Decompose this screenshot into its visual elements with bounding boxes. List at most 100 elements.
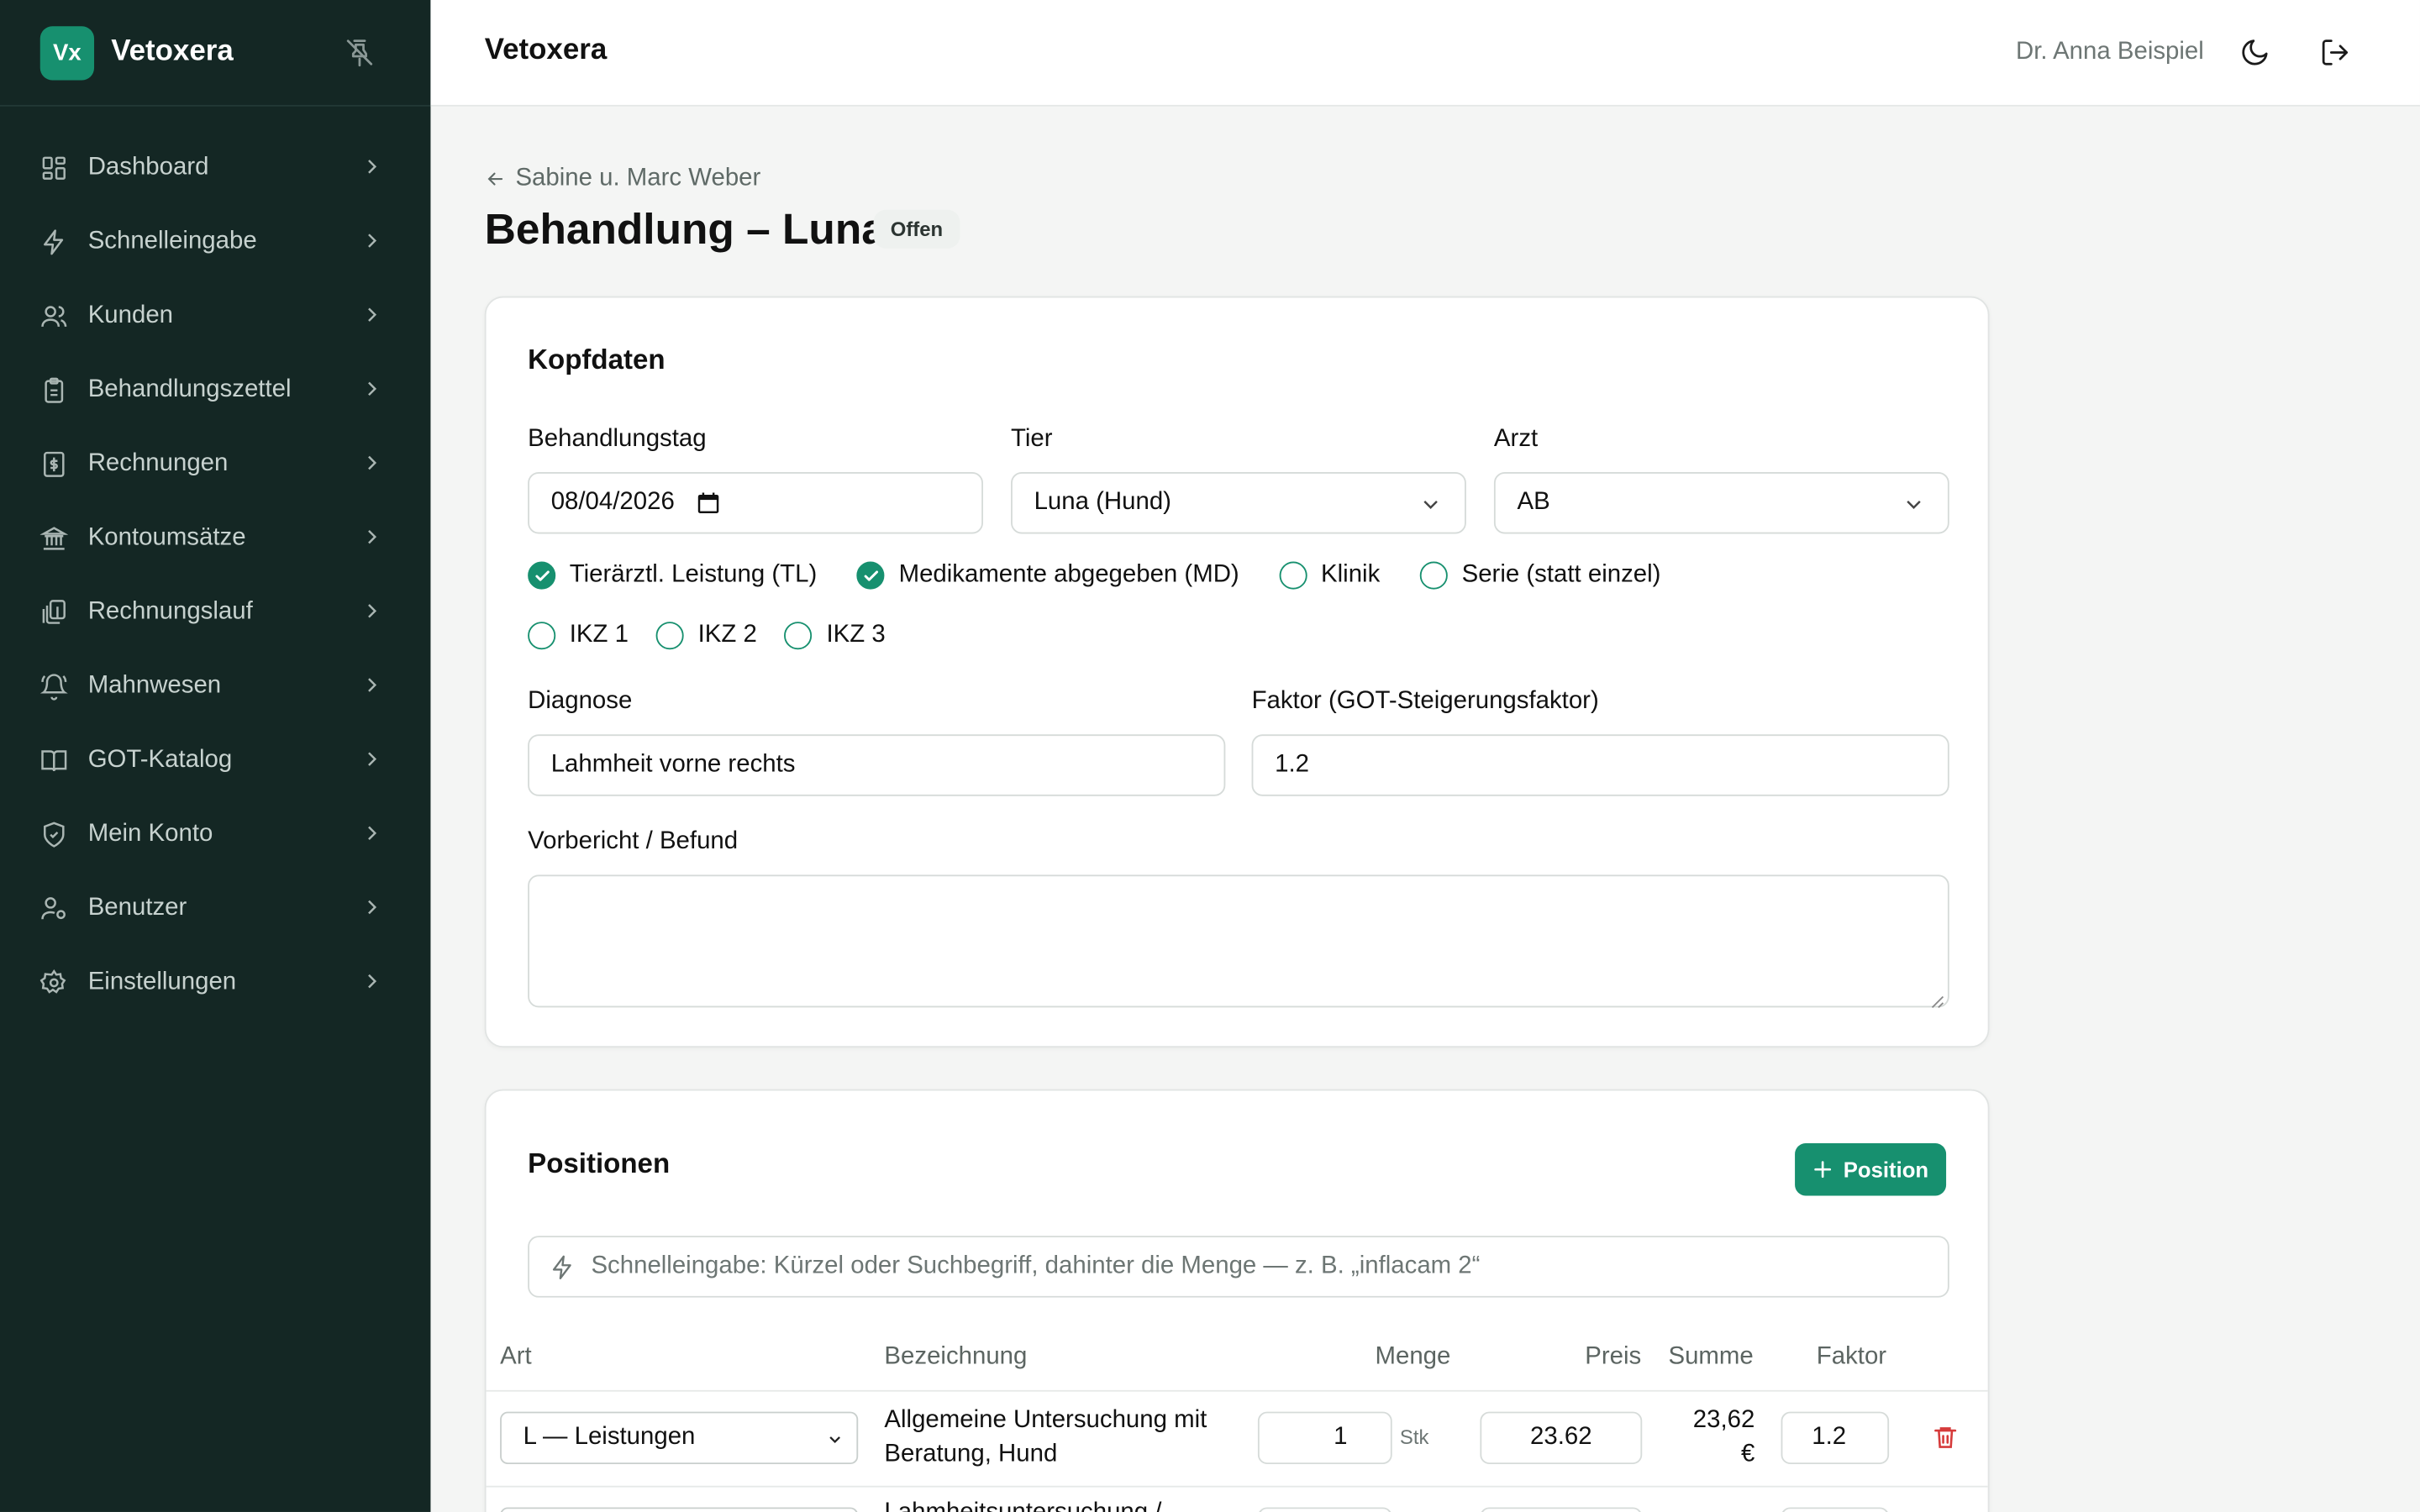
checkbox-label: Medikamente abgegeben (MD) [898, 561, 1239, 588]
dashboard-icon [40, 155, 68, 182]
column-header-preis: Preis [1585, 1343, 1642, 1370]
sidebar-item-label: Mein Konto [87, 821, 213, 848]
book-icon [40, 747, 68, 774]
menge-input[interactable] [1257, 1507, 1392, 1512]
positionen-heading: Positionen [528, 1147, 671, 1179]
checkbox-label: IKZ 2 [697, 622, 757, 648]
leistung-checkboxes: Tierärztl. Leistung (TL) Medikamente abg… [528, 561, 1701, 590]
sidebar-item-label: Dashboard [87, 154, 209, 181]
zap-icon [40, 228, 68, 256]
sidebar-item-rechnungslauf[interactable]: Rechnungslauf [0, 575, 430, 649]
checkbox-md[interactable]: Medikamente abgegeben (MD) [856, 561, 1239, 590]
top-header: Vetoxera Dr. Anna Beispiel [430, 0, 2420, 107]
bezeichnung-cell: Allgemeine Untersuchung mit Beratung, Hu… [884, 1404, 1207, 1472]
art-select[interactable] [500, 1507, 859, 1512]
diagnose-input[interactable]: Lahmheit vorne rechts [528, 734, 1226, 796]
checkbox-label: IKZ 1 [569, 622, 629, 648]
calendar-icon[interactable] [696, 491, 720, 515]
back-link[interactable]: Sabine u. Marc Weber [485, 165, 760, 193]
moon-icon[interactable] [2239, 37, 2270, 68]
summe-cell: 23,62 € [1659, 1404, 1755, 1472]
checkbox-klinik[interactable]: Klinik [1279, 561, 1380, 590]
sidebar-item-mahnwesen[interactable]: Mahnwesen [0, 649, 430, 723]
arzt-value: AB [1517, 489, 1550, 516]
faktor-row-input[interactable]: 1.2 [1781, 1411, 1890, 1465]
checkbox-label: Serie (statt einzel) [1461, 561, 1661, 588]
preis-input[interactable] [1480, 1507, 1643, 1512]
behandlungstag-label: Behandlungstag [528, 425, 707, 453]
einheit-label: Stk [1399, 1425, 1429, 1449]
add-position-label: Position [1843, 1157, 1929, 1182]
logout-icon[interactable] [2320, 37, 2351, 68]
sidebar-item-dashboard[interactable]: Dashboard [0, 131, 430, 205]
pin-off-icon[interactable] [345, 37, 376, 68]
checkbox-ikz2[interactable]: IKZ 2 [656, 622, 757, 650]
checkbox-circle [528, 622, 556, 650]
checkbox-circle [784, 622, 813, 650]
kopfdaten-card: Kopfdaten Behandlungstag 08/04/2026 Tier… [484, 296, 1990, 1048]
checkbox-circle [656, 622, 685, 650]
arzt-select[interactable]: AB [1493, 472, 1949, 534]
clipboard-icon [40, 376, 68, 404]
chevron-right-icon [360, 747, 384, 771]
positionen-card: Positionen Position Schnelleingabe: Kürz… [484, 1089, 1990, 1512]
checkbox-ikz1[interactable]: IKZ 1 [528, 622, 629, 650]
brand-name: Vetoxera [111, 35, 234, 68]
preis-input[interactable]: 23.62 [1480, 1411, 1643, 1465]
sidebar-item-label: Kunden [87, 302, 174, 329]
check-icon [856, 561, 886, 590]
column-header-art: Art [500, 1343, 532, 1370]
faktor-row-input[interactable] [1781, 1507, 1890, 1512]
sidebar-item-label: Kontoumsätze [87, 524, 246, 551]
sidebar-item-rechnungen[interactable]: Rechnungen [0, 428, 430, 501]
chevron-down-icon [829, 1436, 840, 1444]
user-name[interactable]: Dr. Anna Beispiel [2016, 39, 2204, 66]
checkbox-tl[interactable]: Tierärztl. Leistung (TL) [528, 561, 817, 590]
bank-icon [39, 524, 68, 552]
sidebar-item-label: Behandlungszettel [87, 376, 292, 403]
arzt-label: Arzt [1493, 425, 1539, 453]
checkbox-ikz3[interactable]: IKZ 3 [784, 622, 886, 650]
sidebar-item-label: Einstellungen [87, 969, 237, 995]
faktor-value: 1.2 [1275, 751, 1309, 778]
faktor-input[interactable]: 1.2 [1251, 734, 1949, 796]
files-icon [40, 599, 68, 627]
user-cog-icon [40, 895, 68, 922]
sidebar-item-kontoumsaetze[interactable]: Kontoumsätze [0, 501, 430, 575]
tier-select[interactable]: Luna (Hund) [1011, 472, 1466, 534]
summe-value: 23,62 [1692, 1407, 1755, 1434]
checkbox-serie[interactable]: Serie (statt einzel) [1420, 561, 1661, 590]
sidebar-item-schnelleingabe[interactable]: Schnelleingabe [0, 205, 430, 279]
quick-entry-placeholder: Schnelleingabe: Kürzel oder Suchbegriff,… [591, 1252, 1481, 1279]
menge-input[interactable]: 1 [1257, 1411, 1392, 1465]
sidebar-item-behandlungszettel[interactable]: Behandlungszettel [0, 354, 430, 428]
sidebar-item-got-katalog[interactable]: GOT-Katalog [0, 723, 430, 797]
sidebar-item-kunden[interactable]: Kunden [0, 279, 430, 353]
zap-icon [552, 1254, 571, 1279]
trash-icon[interactable] [1933, 1424, 1959, 1457]
add-position-button[interactable]: Position [1795, 1142, 1947, 1196]
chevron-right-icon [360, 376, 384, 401]
chevron-down-icon [1418, 492, 1443, 517]
art-value: L — Leistungen [523, 1424, 696, 1451]
sidebar-item-einstellungen[interactable]: Einstellungen [0, 946, 430, 1020]
vorbericht-textarea[interactable] [528, 874, 1949, 1009]
chevron-right-icon [360, 969, 384, 993]
quick-entry-input[interactable]: Schnelleingabe: Kürzel oder Suchbegriff,… [528, 1236, 1949, 1298]
sidebar-item-mein-konto[interactable]: Mein Konto [0, 798, 430, 872]
kopfdaten-heading: Kopfdaten [528, 344, 666, 375]
invoice-icon [40, 450, 68, 478]
sidebar-item-benutzer[interactable]: Benutzer [0, 872, 430, 946]
resize-handle-icon[interactable] [1931, 989, 1945, 1009]
behandlungstag-input[interactable]: 08/04/2026 [528, 472, 983, 534]
table-divider [486, 1485, 1988, 1488]
art-select[interactable]: L — Leistungen [500, 1411, 859, 1465]
tier-label: Tier [1011, 425, 1053, 453]
page-title: Behandlung – Luna [484, 205, 886, 254]
sidebar-item-label: Rechnungslauf [87, 598, 253, 625]
plus-icon [1814, 1161, 1832, 1179]
shield-icon [40, 821, 68, 848]
sidebar-item-label: GOT-Katalog [87, 746, 233, 774]
bell-icon [39, 673, 68, 701]
sidebar-nav: Dashboard Schnelleingabe Kunden Behandlu… [0, 107, 430, 1020]
